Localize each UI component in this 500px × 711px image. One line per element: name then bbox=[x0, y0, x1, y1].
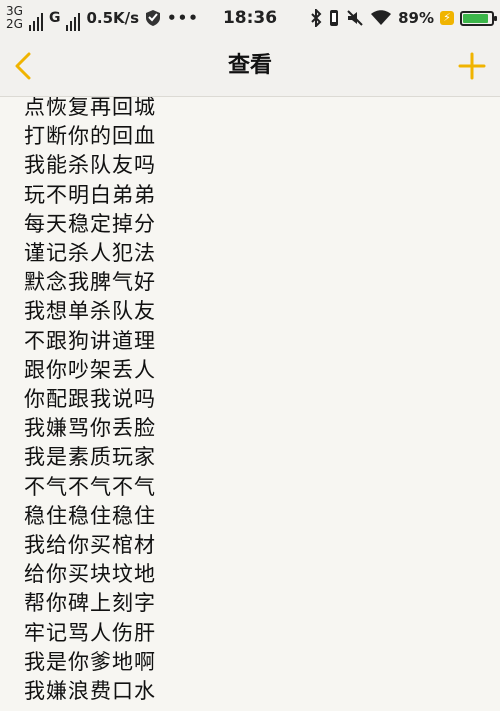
battery-fill bbox=[463, 13, 488, 23]
note-line: 我能杀队友吗 bbox=[24, 153, 156, 178]
note-line: 给你买块坟地 bbox=[24, 562, 156, 587]
charging-icon: ⚡ bbox=[440, 11, 454, 25]
note-line: 我嫌浪费口水 bbox=[24, 679, 156, 704]
note-line: 帮你碑上刻字 bbox=[24, 591, 156, 616]
page-title: 查看 bbox=[227, 53, 272, 78]
status-bar: 3G 2G G 0.5K/s ••• 18:36 89% ⚡ bbox=[0, 0, 500, 36]
vibrate-icon bbox=[330, 10, 339, 26]
note-line: 你配跟我说吗 bbox=[24, 387, 156, 412]
note-line: 谨记杀人犯法 bbox=[24, 241, 156, 266]
mute-icon bbox=[347, 10, 363, 26]
note-line: 不跟狗讲道理 bbox=[24, 328, 156, 353]
note-line: 不气不气不气 bbox=[24, 474, 156, 499]
note-lines: 点恢复再回城 打断你的回血 我能杀队友吗 玩不明白弟弟 每天稳定掉分 谨记杀人犯法 默念我脾… bbox=[24, 97, 156, 706]
note-line: 点恢复再回城 bbox=[24, 97, 156, 119]
note-line: 我想单杀队友 bbox=[24, 299, 156, 324]
note-line: 默念我脾气好 bbox=[24, 270, 156, 295]
note-line: 玩不明白弟弟 bbox=[24, 182, 156, 207]
nav-bar: 查看 bbox=[0, 36, 500, 97]
note-line: 我是你爹地啊 bbox=[24, 649, 156, 674]
note-line: 打断你的回血 bbox=[24, 124, 156, 149]
add-button[interactable] bbox=[446, 48, 486, 84]
battery-percent: 89% bbox=[398, 9, 434, 27]
note-line: 稳住稳住稳住 bbox=[24, 503, 156, 528]
bluetooth-icon bbox=[311, 9, 322, 27]
status-bar-right: 89% ⚡ bbox=[310, 0, 497, 36]
battery-icon bbox=[460, 10, 497, 26]
note-line: 每天稳定掉分 bbox=[24, 211, 156, 236]
note-line: 牢记骂人伤肝 bbox=[24, 620, 156, 645]
note-line: 跟你吵架丢人 bbox=[24, 357, 156, 382]
plus-icon bbox=[458, 52, 486, 80]
note-line: 我给你买棺材 bbox=[24, 533, 156, 558]
note-content[interactable]: 点恢复再回城 打断你的回血 我能杀队友吗 玩不明白弟弟 每天稳定掉分 谨记杀人犯法 默念我脾… bbox=[0, 97, 500, 711]
note-line: 我是素质玩家 bbox=[24, 445, 156, 470]
note-line: 我嫌骂你丢脸 bbox=[24, 416, 156, 441]
wifi-icon bbox=[371, 10, 392, 25]
